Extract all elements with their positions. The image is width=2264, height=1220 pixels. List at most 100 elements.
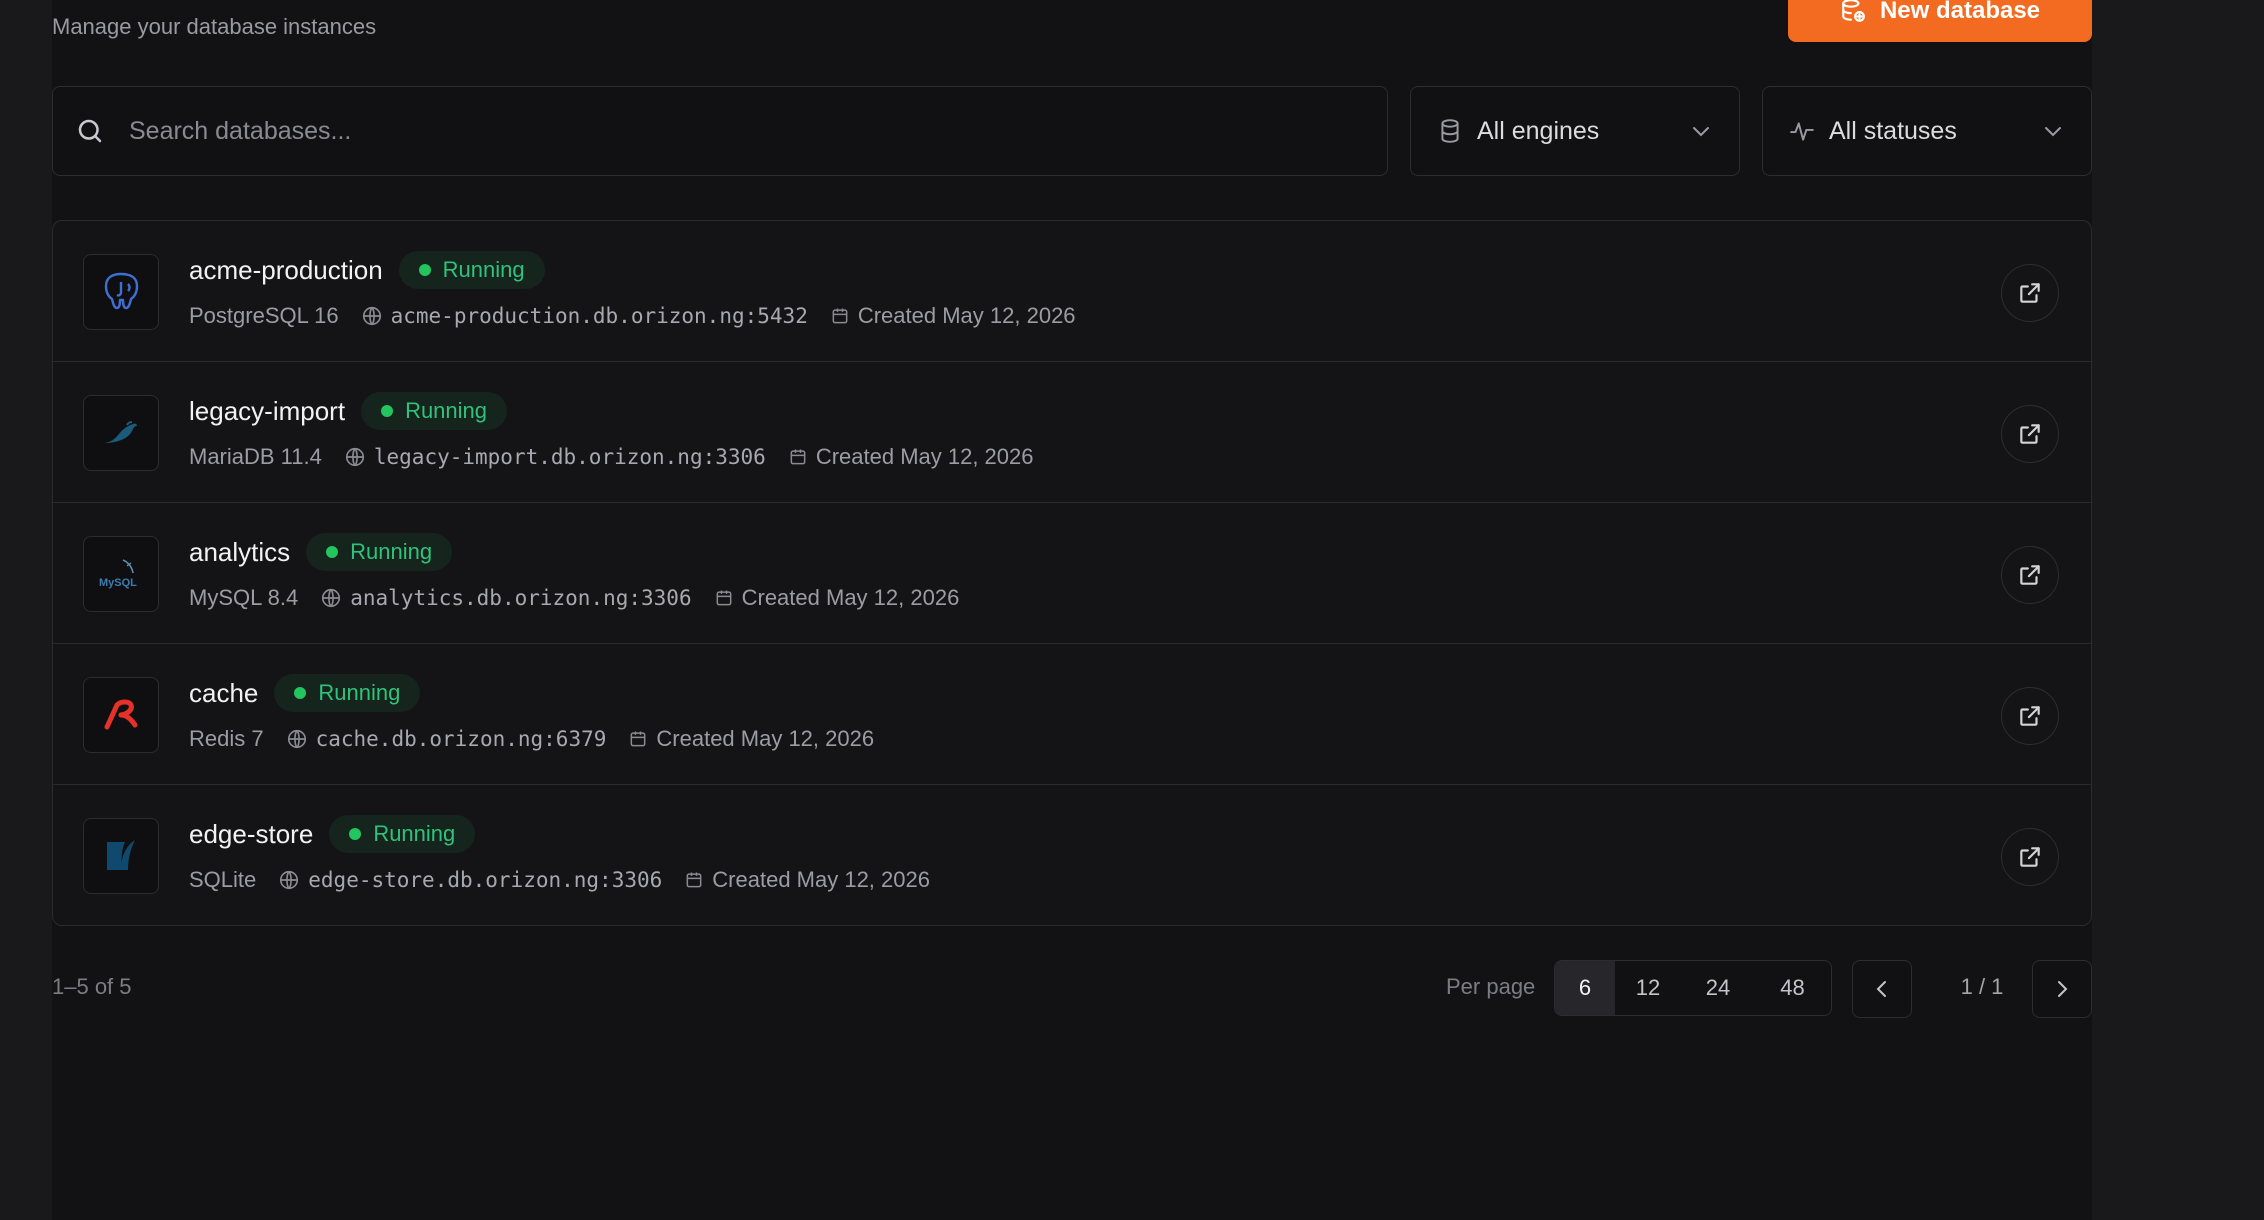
- calendar-icon: [716, 590, 732, 606]
- engine-filter-select[interactable]: All engines: [1410, 86, 1740, 176]
- external-link-icon: [2020, 424, 2040, 444]
- external-link-icon: [2020, 847, 2040, 867]
- status-filter-value: All statuses: [1829, 116, 1957, 145]
- database-plus-icon: [1842, 0, 1865, 22]
- database-name[interactable]: legacy-import: [189, 396, 345, 427]
- external-link-icon: [2020, 565, 2040, 585]
- connection-host: acme-production.db.orizon.ng:5432: [390, 304, 808, 328]
- status-badge: Running: [361, 392, 508, 430]
- database-row[interactable]: cache Running Redis 7 cache.db.orizon.ng…: [53, 644, 2091, 785]
- database-name[interactable]: acme-production: [189, 255, 383, 286]
- engine-version: PostgreSQL 16: [189, 303, 339, 328]
- engine-version: Redis 7: [189, 726, 264, 751]
- status-label: Running: [318, 680, 401, 705]
- page-subtitle: Manage your database instances: [52, 14, 377, 39]
- search-field[interactable]: [52, 86, 1388, 176]
- engine-logo: [83, 395, 159, 471]
- per-page-option[interactable]: 6: [1555, 961, 1615, 1015]
- created-date: Created May 12, 2026: [741, 585, 960, 610]
- database-icon: [1441, 119, 1459, 143]
- engine-filter-value: All engines: [1477, 116, 1600, 145]
- calendar-icon: [790, 449, 806, 465]
- postgresql-logo-icon: [104, 272, 139, 310]
- previous-page-button[interactable]: [1852, 960, 1912, 1018]
- connection-host: legacy-import.db.orizon.ng:3306: [373, 445, 766, 469]
- engine-logo: MySQL: [83, 536, 159, 612]
- created-date: Created May 12, 2026: [857, 303, 1076, 328]
- engine-logo: [83, 818, 159, 894]
- per-page-label: Per page: [1446, 974, 1536, 999]
- globe-icon: [345, 447, 364, 467]
- status-dot: [381, 405, 394, 417]
- created-date: Created May 12, 2026: [712, 867, 930, 892]
- mysql-logo-icon: MySQL: [99, 559, 137, 589]
- results-range: 1–5 of 5: [52, 974, 132, 999]
- database-list: acme-production Running PostgreSQL 16 ac…: [52, 220, 2092, 926]
- activity-icon: [1790, 122, 1814, 141]
- calendar-icon: [686, 872, 702, 888]
- engine-version: MariaDB 11.4: [189, 444, 322, 469]
- new-database-button[interactable]: New database: [1788, 0, 2092, 42]
- status-label: Running: [405, 398, 488, 423]
- per-page-option[interactable]: 24: [1681, 961, 1755, 1015]
- created-date: Created May 12, 2026: [656, 726, 875, 751]
- globe-icon: [287, 729, 306, 749]
- per-page-selector: 6 12 24 48: [1554, 960, 1832, 1016]
- external-link-icon: [2020, 706, 2040, 726]
- chevron-left-icon: [1876, 981, 1886, 997]
- open-database-button[interactable]: [2001, 546, 2059, 604]
- status-filter-select[interactable]: All statuses: [1762, 86, 2092, 176]
- status-label: Running: [442, 257, 525, 282]
- database-name[interactable]: cache: [189, 678, 258, 709]
- left-gutter: [0, 0, 52, 1220]
- calendar-icon: [630, 731, 646, 747]
- connection-host: analytics.db.orizon.ng:3306: [350, 586, 692, 610]
- globe-icon: [322, 588, 341, 608]
- connection-host: edge-store.db.orizon.ng:3306: [308, 868, 663, 892]
- calendar-icon: [832, 308, 848, 324]
- status-badge: Running: [398, 251, 545, 289]
- status-label: Running: [350, 539, 433, 564]
- chevron-right-icon: [2058, 981, 2068, 997]
- per-page-option[interactable]: 12: [1615, 961, 1681, 1015]
- database-row[interactable]: acme-production Running PostgreSQL 16 ac…: [53, 221, 2091, 362]
- new-database-label: New database: [1879, 0, 2041, 24]
- search-icon: [78, 119, 102, 143]
- chevron-down-icon: [1693, 127, 1709, 137]
- database-name[interactable]: analytics: [189, 537, 290, 568]
- external-link-icon: [2020, 283, 2040, 303]
- globe-icon: [362, 306, 381, 326]
- database-row[interactable]: MySQL analytics Running MySQL 8.4 analyt…: [53, 503, 2091, 644]
- status-label: Running: [373, 821, 456, 846]
- created-date: Created May 12, 2026: [815, 444, 1034, 469]
- database-row[interactable]: legacy-import Running MariaDB 11.4 legac…: [53, 362, 2091, 503]
- engine-version: MySQL 8.4: [189, 585, 299, 610]
- sqlite-logo-icon: [107, 840, 135, 870]
- open-database-button[interactable]: [2001, 687, 2059, 745]
- status-dot: [294, 687, 307, 699]
- chevron-down-icon: [2045, 127, 2061, 137]
- status-dot: [349, 828, 362, 840]
- mariadb-logo-icon: [105, 421, 137, 443]
- engine-logo: [83, 254, 159, 330]
- engine-version: SQLite: [189, 867, 257, 892]
- status-dot: [326, 546, 339, 558]
- engine-logo: [83, 677, 159, 753]
- database-name[interactable]: edge-store: [189, 819, 313, 850]
- status-badge: Running: [329, 815, 476, 853]
- open-database-button[interactable]: [2001, 828, 2059, 886]
- page-indicator: 1 / 1: [1960, 974, 2004, 999]
- status-dot: [418, 264, 431, 276]
- mysql-logo-text: MySQL: [99, 577, 137, 589]
- status-badge: Running: [274, 674, 421, 712]
- right-gutter: [2092, 0, 2264, 1220]
- search-input[interactable]: [129, 116, 1329, 146]
- database-row[interactable]: edge-store Running SQLite edge-store.db.…: [53, 785, 2091, 925]
- main-content: Manage your database instances New datab…: [52, 0, 2092, 1220]
- connection-host: cache.db.orizon.ng:6379: [315, 727, 607, 751]
- next-page-button[interactable]: [2032, 960, 2092, 1018]
- redis-logo-icon: [104, 699, 138, 730]
- open-database-button[interactable]: [2001, 405, 2059, 463]
- per-page-option[interactable]: 48: [1755, 961, 1830, 1015]
- open-database-button[interactable]: [2001, 264, 2059, 322]
